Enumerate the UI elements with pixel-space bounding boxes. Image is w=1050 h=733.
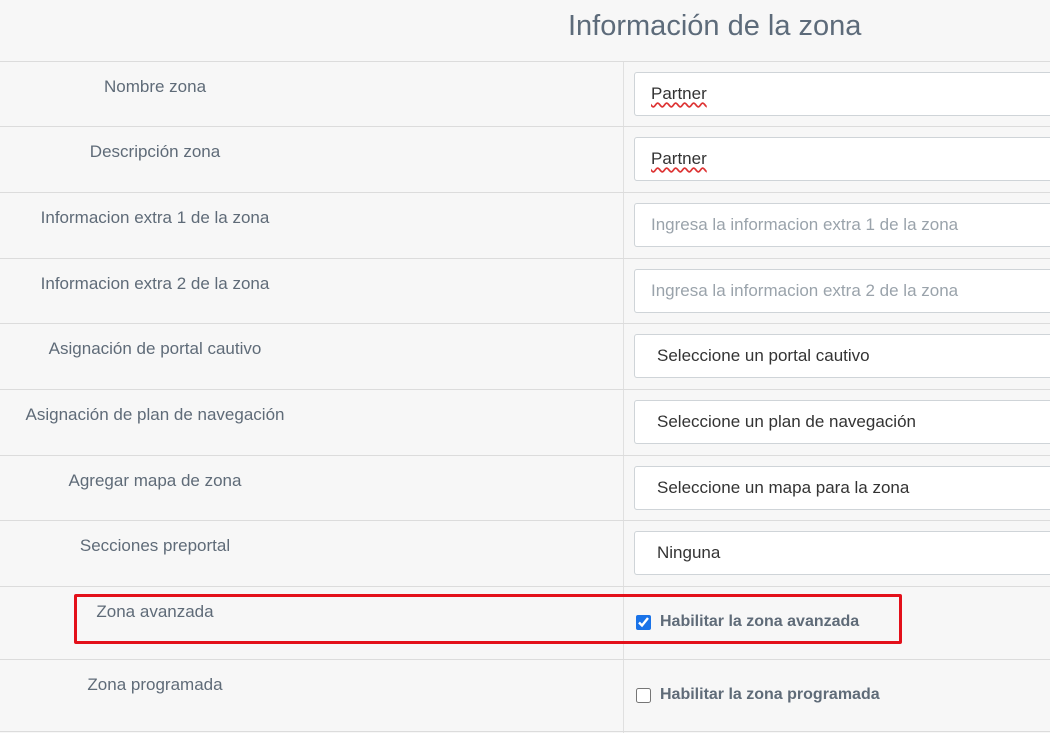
secciones-preportal-select[interactable]: Ninguna [634,531,1050,575]
secciones-preportal-label: Secciones preportal [79,536,231,555]
descripcion-zona-value: Partner [651,149,707,168]
nombre-zona-input[interactable]: Partner [634,72,1050,116]
portal-cautivo-label: Asignación de portal cautivo [48,339,262,358]
row-mapa-zona: Agregar mapa de zona Seleccione un mapa … [0,455,1050,520]
mapa-zona-label: Agregar mapa de zona [68,471,242,490]
plan-navegacion-label: Asignación de plan de navegación [25,405,285,424]
nombre-zona-label: Nombre zona [103,77,207,96]
descripcion-zona-label: Descripción zona [89,142,221,161]
row-descripcion-zona: Descripción zona Partner [0,126,1050,192]
zona-programada-option[interactable]: Habilitar la zona programada [636,686,880,704]
zona-programada-checkbox[interactable] [636,687,651,703]
zona-programada-label: Zona programada [87,675,223,694]
extra1-label: Informacion extra 1 de la zona [40,208,270,227]
annotation-highlight-box [74,594,902,644]
table-bottom-border [0,731,1050,732]
row-extra2: Informacion extra 2 de la zona [0,258,1050,323]
page-title: Información de la zona [568,10,862,42]
zona-programada-checkbox-label: Habilitar la zona programada [660,686,880,703]
plan-navegacion-select[interactable]: Seleccione un plan de navegación [634,400,1050,444]
extra1-input[interactable] [634,203,1050,247]
mapa-zona-select[interactable]: Seleccione un mapa para la zona [634,466,1050,510]
nombre-zona-value: Partner [651,84,707,103]
row-plan-navegacion: Asignación de plan de navegación Selecci… [0,389,1050,455]
row-extra1: Informacion extra 1 de la zona [0,192,1050,258]
row-secciones-preportal: Secciones preportal Ninguna [0,520,1050,586]
row-zona-programada: Zona programada Habilitar la zona progra… [0,659,1050,732]
row-nombre-zona: Nombre zona Partner [0,61,1050,126]
extra2-label: Informacion extra 2 de la zona [40,274,270,293]
descripcion-zona-input[interactable]: Partner [634,137,1050,181]
portal-cautivo-select[interactable]: Seleccione un portal cautivo [634,334,1050,378]
row-portal-cautivo: Asignación de portal cautivo Seleccione … [0,323,1050,389]
extra2-input[interactable] [634,269,1050,313]
